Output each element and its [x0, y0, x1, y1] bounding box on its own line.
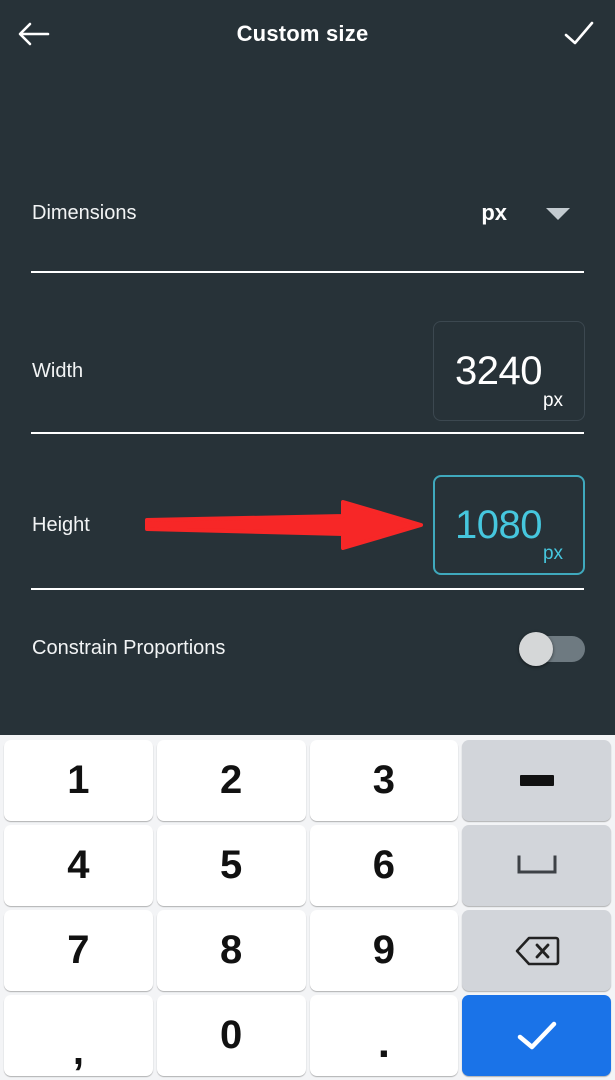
chevron-down-icon[interactable] — [546, 208, 570, 220]
key-backspace[interactable] — [462, 910, 611, 991]
key-4[interactable]: 4 — [4, 825, 153, 906]
constrain-proportions-row[interactable]: Constrain Proportions — [0, 613, 615, 683]
key-8-label: 8 — [220, 928, 243, 972]
key-7-label: 7 — [67, 928, 90, 972]
key-9[interactable]: 9 — [309, 910, 459, 991]
dimensions-label: Dimensions — [32, 201, 137, 224]
key-3[interactable]: 3 — [309, 740, 459, 821]
key-1-label: 1 — [67, 758, 90, 802]
key-minus[interactable] — [462, 740, 611, 821]
key-6-label: 6 — [372, 843, 395, 887]
back-arrow-icon — [18, 22, 50, 46]
key-period[interactable]: . — [309, 995, 459, 1076]
constrain-proportions-label: Constrain Proportions — [32, 636, 226, 659]
minus-icon — [519, 775, 554, 786]
key-2-label: 2 — [220, 758, 243, 802]
width-label: Width — [32, 359, 84, 382]
key-8[interactable]: 8 — [156, 910, 306, 991]
height-value-box[interactable]: 1080 px — [433, 475, 585, 575]
space-icon — [517, 855, 557, 873]
key-3-label: 3 — [372, 758, 395, 802]
confirm-button[interactable] — [543, 0, 615, 68]
key-2[interactable]: 2 — [156, 740, 306, 821]
height-label: Height — [32, 513, 90, 536]
key-period-label: . — [377, 1018, 390, 1067]
page-title: Custom size — [236, 21, 369, 46]
keyboard-row-3: 7 8 9 — [4, 910, 611, 991]
divider-1 — [31, 271, 584, 273]
custom-size-screen: Custom size Dimensions px Width 3240 px H… — [0, 0, 615, 1080]
key-enter[interactable] — [462, 995, 611, 1076]
key-comma-label: , — [72, 1029, 84, 1073]
check-icon — [564, 21, 594, 45]
key-6[interactable]: 6 — [309, 825, 459, 906]
divider-2 — [31, 432, 584, 434]
width-value-box[interactable]: 3240 px — [433, 321, 585, 421]
key-space[interactable] — [462, 825, 611, 906]
key-5[interactable]: 5 — [156, 825, 306, 906]
settings-panel: Dimensions px Width 3240 px Height 1080 px… — [0, 68, 615, 735]
key-comma[interactable]: , — [4, 995, 153, 1076]
check-icon — [517, 1021, 556, 1049]
height-value: 1080 — [454, 503, 542, 547]
key-1[interactable]: 1 — [4, 740, 153, 821]
back-button[interactable] — [0, 0, 68, 68]
key-5-label: 5 — [220, 843, 243, 887]
toggle-knob — [519, 632, 553, 666]
width-row[interactable]: Width 3240 px — [0, 306, 615, 436]
keyboard-row-4: , 0 . — [4, 995, 611, 1076]
key-0-label: 0 — [220, 1013, 243, 1057]
width-value: 3240 — [454, 349, 542, 393]
key-9-label: 9 — [372, 928, 395, 972]
dimensions-unit-value: px — [481, 200, 507, 225]
divider-3 — [31, 588, 584, 590]
key-4-label: 4 — [67, 843, 90, 887]
app-header: Custom size — [0, 0, 615, 68]
height-unit: px — [542, 543, 564, 564]
dimensions-row[interactable]: Dimensions px — [0, 183, 615, 243]
numeric-keyboard: 1 2 3 4 5 6 7 8 9 , 0 . — [0, 735, 615, 1080]
key-7[interactable]: 7 — [4, 910, 153, 991]
width-unit: px — [542, 390, 564, 411]
keyboard-row-2: 4 5 6 — [4, 825, 611, 906]
keyboard-row-1: 1 2 3 — [4, 740, 611, 821]
height-row[interactable]: Height 1080 px — [0, 460, 615, 590]
constrain-proportions-toggle[interactable] — [519, 632, 585, 666]
backspace-icon — [515, 936, 559, 965]
key-0[interactable]: 0 — [156, 995, 306, 1076]
